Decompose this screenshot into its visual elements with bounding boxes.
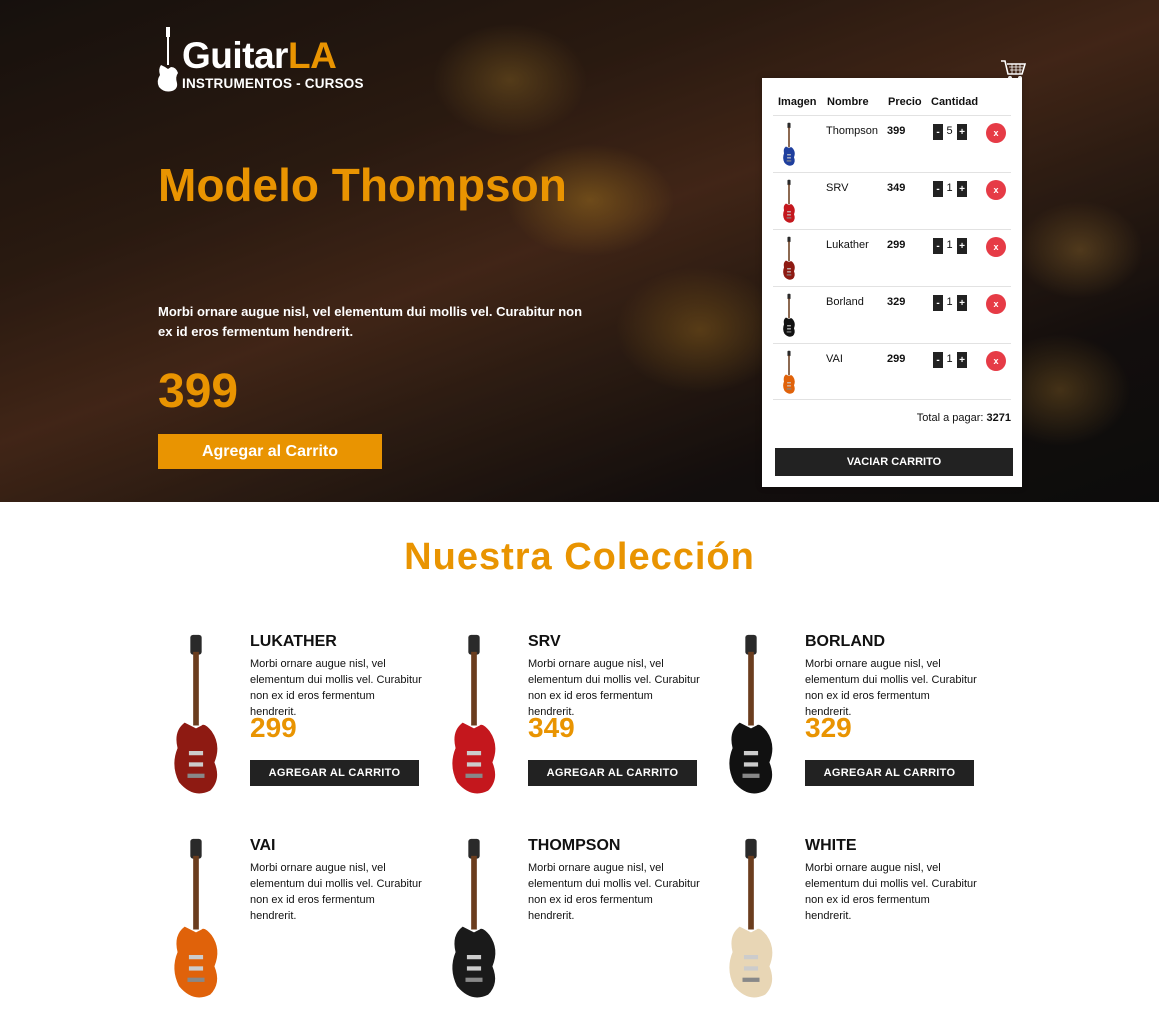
guitar-thumbnail-icon bbox=[783, 293, 795, 337]
cart-row: Lukather 299 -1 + x bbox=[773, 229, 1011, 286]
cart-item-quantity: 1 bbox=[946, 296, 953, 308]
cart-item-image bbox=[781, 236, 797, 282]
cart-total-value: 3271 bbox=[986, 412, 1011, 424]
product-image bbox=[158, 836, 234, 1006]
product-card: WHITE Morbi ornare augue nisl, vel elemen… bbox=[713, 836, 985, 1026]
add-to-cart-button[interactable]: AGREGAR AL CARRITO bbox=[528, 760, 697, 786]
cart-item-name: Lukather bbox=[826, 239, 869, 251]
hero-add-to-cart-button[interactable]: Agregar al Carrito bbox=[158, 434, 382, 469]
decrease-quantity-button[interactable]: - bbox=[933, 295, 943, 311]
product-description: Morbi ornare augue nisl, vel elementum d… bbox=[528, 862, 700, 922]
hero-price: 399 bbox=[158, 365, 239, 418]
cart-item-name: VAI bbox=[826, 353, 843, 365]
product-name: SRV bbox=[528, 633, 561, 650]
cart-item-image bbox=[781, 122, 797, 168]
collection-title: Nuestra Colección bbox=[404, 536, 755, 578]
cart-item-quantity: 1 bbox=[946, 239, 953, 251]
product-price: 299 bbox=[250, 712, 297, 743]
cart-row: VAI 299 -1 + x bbox=[773, 343, 1011, 400]
logo-tagline: INSTRUMENTOS - CURSOS bbox=[182, 76, 364, 91]
guitar-thumbnail-icon bbox=[783, 350, 795, 394]
product-image bbox=[158, 632, 234, 802]
cart-header-price: Precio bbox=[888, 96, 922, 108]
product-description: Morbi ornare augue nisl, vel elementum d… bbox=[250, 862, 422, 922]
product-price: 329 bbox=[805, 712, 852, 743]
cart-row: Borland 329 -1 + x bbox=[773, 286, 1011, 343]
product-name: WHITE bbox=[805, 837, 857, 854]
product-price: 349 bbox=[528, 712, 575, 743]
cart-item-price: 299 bbox=[887, 353, 906, 365]
remove-item-button[interactable]: x bbox=[986, 351, 1006, 371]
logo-wordmark: GuitarLA bbox=[182, 35, 337, 76]
increase-quantity-button[interactable]: + bbox=[957, 352, 967, 368]
guitar-logo-icon bbox=[157, 27, 178, 92]
product-card: SRV Morbi ornare augue nisl, vel elementu… bbox=[436, 632, 708, 822]
cart-item-price: 349 bbox=[887, 182, 906, 194]
cart-header-quantity: Cantidad bbox=[931, 96, 979, 108]
product-description: Morbi ornare augue nisl, vel elementum d… bbox=[805, 862, 977, 922]
cart-row: SRV 349 -1 + x bbox=[773, 172, 1011, 229]
guitar-product-icon bbox=[729, 634, 773, 794]
site-logo[interactable]: GuitarLA INSTRUMENTOS - CURSOS bbox=[156, 27, 366, 93]
product-card: BORLAND Morbi ornare augue nisl, vel elem… bbox=[713, 632, 985, 822]
hero-description: Morbi ornare augue nisl, vel elementum d… bbox=[158, 304, 583, 339]
empty-cart-button[interactable]: VACIAR CARRITO bbox=[775, 448, 1013, 476]
product-image bbox=[713, 836, 789, 1006]
cart-total: Total a pagar: 3271 bbox=[916, 412, 1011, 424]
cart-item-price: 299 bbox=[887, 239, 906, 251]
guitar-product-icon bbox=[174, 838, 218, 998]
guitar-product-icon bbox=[174, 634, 218, 794]
increase-quantity-button[interactable]: + bbox=[957, 238, 967, 254]
cart-divider bbox=[773, 399, 1011, 400]
cart-header-name: Nombre bbox=[827, 96, 869, 108]
decrease-quantity-button[interactable]: - bbox=[933, 124, 943, 140]
guitar-product-icon bbox=[452, 634, 496, 794]
product-card: VAI Morbi ornare augue nisl, vel elementu… bbox=[158, 836, 430, 1026]
guitar-thumbnail-icon bbox=[783, 179, 795, 223]
cart-item-name: Borland bbox=[826, 296, 864, 308]
decrease-quantity-button[interactable]: - bbox=[933, 181, 943, 197]
product-image bbox=[436, 836, 512, 1006]
remove-item-button[interactable]: x bbox=[986, 123, 1006, 143]
cart-item-name: Thompson bbox=[826, 125, 878, 137]
cart-item-image bbox=[781, 293, 797, 339]
remove-item-button[interactable]: x bbox=[986, 180, 1006, 200]
decrease-quantity-button[interactable]: - bbox=[933, 352, 943, 368]
add-to-cart-button[interactable]: AGREGAR AL CARRITO bbox=[805, 760, 974, 786]
product-name: BORLAND bbox=[805, 633, 885, 650]
product-name: THOMPSON bbox=[528, 837, 621, 854]
cart-item-quantity: 1 bbox=[946, 353, 953, 365]
cart-header-image: Imagen bbox=[778, 96, 817, 108]
cart-dropdown: Imagen Nombre Precio Cantidad Thompson 39… bbox=[762, 78, 1022, 487]
cart-item-name: SRV bbox=[826, 182, 849, 194]
product-name: LUKATHER bbox=[250, 633, 337, 650]
guitar-thumbnail-icon bbox=[783, 236, 795, 280]
guitar-thumbnail-icon bbox=[783, 122, 795, 166]
product-card: THOMPSON Morbi ornare augue nisl, vel ele… bbox=[436, 836, 708, 1026]
product-description: Morbi ornare augue nisl, vel elementum d… bbox=[528, 658, 700, 718]
product-image bbox=[713, 632, 789, 802]
remove-item-button[interactable]: x bbox=[986, 237, 1006, 257]
add-to-cart-button[interactable]: AGREGAR AL CARRITO bbox=[250, 760, 419, 786]
guitar-product-icon bbox=[452, 838, 496, 998]
decrease-quantity-button[interactable]: - bbox=[933, 238, 943, 254]
product-description: Morbi ornare augue nisl, vel elementum d… bbox=[805, 658, 977, 718]
increase-quantity-button[interactable]: + bbox=[957, 181, 967, 197]
cart-item-price: 399 bbox=[887, 125, 906, 137]
hero-title: Modelo Thompson bbox=[158, 159, 567, 211]
cart-item-price: 329 bbox=[887, 296, 906, 308]
cart-item-image bbox=[781, 350, 797, 396]
product-name: VAI bbox=[250, 837, 276, 854]
guitar-product-icon bbox=[729, 838, 773, 998]
cart-row: Thompson 399 -5 + x bbox=[773, 115, 1011, 172]
cart-item-quantity: 5 bbox=[946, 125, 953, 137]
increase-quantity-button[interactable]: + bbox=[957, 295, 967, 311]
cart-item-quantity: 1 bbox=[946, 182, 953, 194]
product-image bbox=[436, 632, 512, 802]
remove-item-button[interactable]: x bbox=[986, 294, 1006, 314]
product-card: LUKATHER Morbi ornare augue nisl, vel ele… bbox=[158, 632, 430, 822]
increase-quantity-button[interactable]: + bbox=[957, 124, 967, 140]
cart-item-image bbox=[781, 179, 797, 225]
product-description: Morbi ornare augue nisl, vel elementum d… bbox=[250, 658, 422, 718]
